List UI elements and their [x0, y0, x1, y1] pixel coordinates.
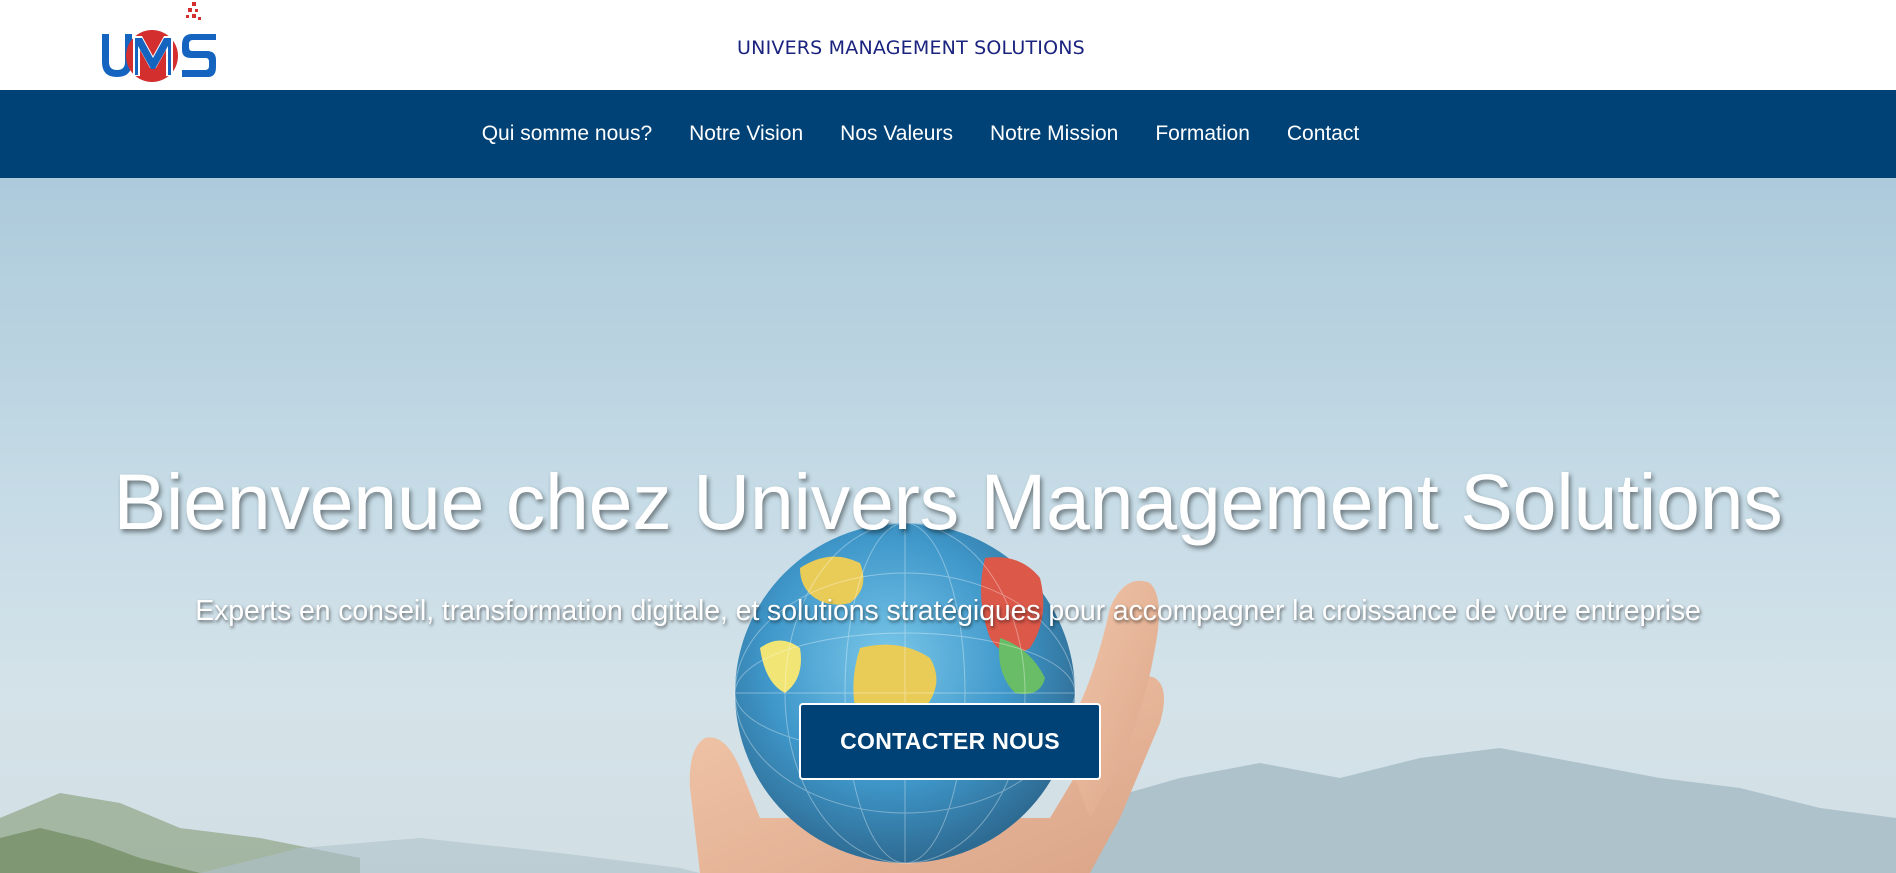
- site-title: UNIVERS MANAGEMENT SOLUTIONS: [737, 37, 1085, 59]
- main-navigation: Qui somme nous? Notre Vision Nos Valeurs…: [0, 90, 1896, 178]
- nav-item-notre-vision[interactable]: Notre Vision: [689, 122, 803, 146]
- hero-subtitle: Experts en conseil, transformation digit…: [195, 595, 1701, 627]
- hero-section: Bienvenue chez Univers Management Soluti…: [0, 178, 1896, 873]
- nav-item-notre-mission[interactable]: Notre Mission: [990, 122, 1118, 146]
- nav-item-contact[interactable]: Contact: [1287, 122, 1359, 146]
- nav-item-qui-somme-nous[interactable]: Qui somme nous?: [482, 122, 652, 146]
- site-header: UNIVERS MANAGEMENT SOLUTIONS: [0, 0, 1896, 90]
- contact-us-button[interactable]: CONTACTER NOUS: [799, 703, 1101, 780]
- nav-item-formation[interactable]: Formation: [1155, 122, 1250, 146]
- nav-item-nos-valeurs[interactable]: Nos Valeurs: [840, 122, 953, 146]
- hero-title: Bienvenue chez Univers Management Soluti…: [113, 457, 1783, 546]
